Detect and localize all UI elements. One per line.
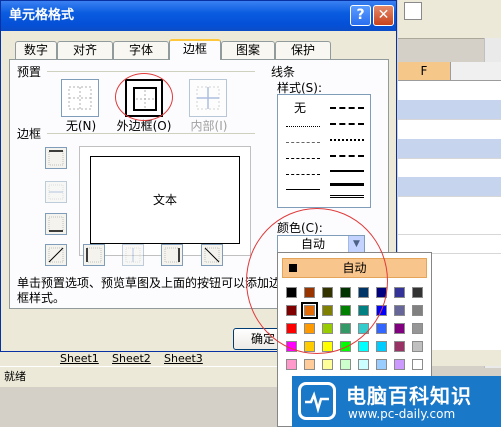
color-swatch[interactable] [358,359,369,370]
tab-protection[interactable]: 保护 [275,41,331,59]
border-top-button[interactable] [45,147,67,169]
color-swatch[interactable] [394,305,405,316]
preset-none-label: 无(N) [65,119,97,133]
border-diagonal-down-button[interactable] [201,244,223,266]
color-swatch[interactable] [394,323,405,334]
sheet-tab-3[interactable]: Sheet3 [160,352,207,366]
color-swatch[interactable] [394,359,405,370]
border-right-icon [164,247,180,263]
help-button[interactable]: ? [350,5,371,26]
border-center-icon [125,247,141,263]
line-style-option[interactable] [286,189,320,190]
color-swatch[interactable] [322,359,333,370]
table-row[interactable] [398,234,501,254]
dialog-title: 单元格格式 [1,1,396,31]
line-style-option[interactable] [330,183,364,186]
color-swatch[interactable] [412,341,423,352]
tab-font[interactable]: 字体 [113,41,169,59]
toolbar-icon[interactable] [404,2,422,20]
border-inside-icon [196,86,220,110]
color-swatch[interactable] [286,359,297,370]
border-none-icon [68,86,92,110]
color-swatch[interactable] [376,359,387,370]
border-right-button[interactable] [161,244,183,266]
line-style-option[interactable] [330,195,364,198]
sheet-tab-1[interactable]: Sheet1 [56,352,103,366]
line-style-option[interactable] [286,174,320,175]
watermark-title: 电脑百科知识 [346,384,472,408]
table-row[interactable] [398,177,501,197]
excel-toolbar [398,0,501,39]
preview-text: 文本 [90,156,240,244]
line-style-option[interactable] [286,158,320,159]
highlight-circle [115,73,173,121]
color-swatch[interactable] [376,341,387,352]
border-bottom-button[interactable] [45,213,67,235]
preset-inside-label: 内部(I) [190,119,228,133]
sheet-tabs-bar: Sheet1 Sheet2 Sheet3 [0,350,280,367]
line-style-option[interactable] [330,155,364,157]
color-swatch[interactable] [412,305,423,316]
border-group-label: 边框 [17,127,42,141]
border-inside-horizontal-button[interactable] [45,181,67,203]
monitor-icon [298,382,336,420]
line-style-option[interactable] [286,126,320,127]
color-swatch[interactable] [394,341,405,352]
border-middle-icon [48,184,64,200]
tab-patterns[interactable]: 图案 [221,41,275,59]
color-swatch[interactable] [394,287,405,298]
line-style-option[interactable] [330,107,364,109]
color-swatch[interactable] [304,359,315,370]
pulse-icon [305,391,329,414]
border-top-icon [48,150,64,166]
status-bar: 就绪 [0,366,284,387]
color-swatch[interactable] [376,323,387,334]
diagonal-up-icon [48,247,64,263]
watermark: 电脑百科知识 www.pc-daily.com [292,376,501,427]
line-style-option[interactable] [330,139,364,141]
tab-number[interactable]: 数字 [15,41,57,59]
preset-inside-button[interactable] [189,79,227,117]
table-row[interactable] [398,215,501,235]
preset-none-button[interactable] [61,79,99,117]
line-style-option[interactable] [286,142,320,143]
border-left-button[interactable] [83,244,105,266]
column-header-f[interactable]: F [398,62,451,80]
highlight-circle [246,208,388,354]
color-swatch[interactable] [358,341,369,352]
border-left-icon [86,247,102,263]
color-swatch[interactable] [412,359,423,370]
style-none-option[interactable]: 无 [294,99,306,116]
border-bottom-icon [48,216,64,232]
close-button[interactable]: ✕ [373,5,394,26]
border-diagonal-up-button[interactable] [45,244,67,266]
tab-alignment[interactable]: 对齐 [57,41,113,59]
tab-border[interactable]: 边框 [169,39,221,60]
line-style-option[interactable] [330,123,364,125]
table-row[interactable] [398,139,501,159]
color-swatch[interactable] [340,359,351,370]
watermark-url: www.pc-daily.com [348,407,456,421]
color-swatch[interactable] [412,323,423,334]
border-preview[interactable]: 文本 [79,146,251,256]
line-style-option[interactable] [330,170,364,172]
presets-group-label: 预置 [17,65,42,79]
border-inside-vertical-button[interactable] [122,244,144,266]
color-swatch[interactable] [412,287,423,298]
table-row[interactable] [398,100,501,120]
line-style-list[interactable]: 无 [277,94,371,208]
line-group-label: 线条 [271,65,296,79]
divider [47,71,255,72]
divider [47,133,255,134]
sheet-tab-2[interactable]: Sheet2 [108,352,155,366]
diagonal-down-icon [204,247,220,263]
